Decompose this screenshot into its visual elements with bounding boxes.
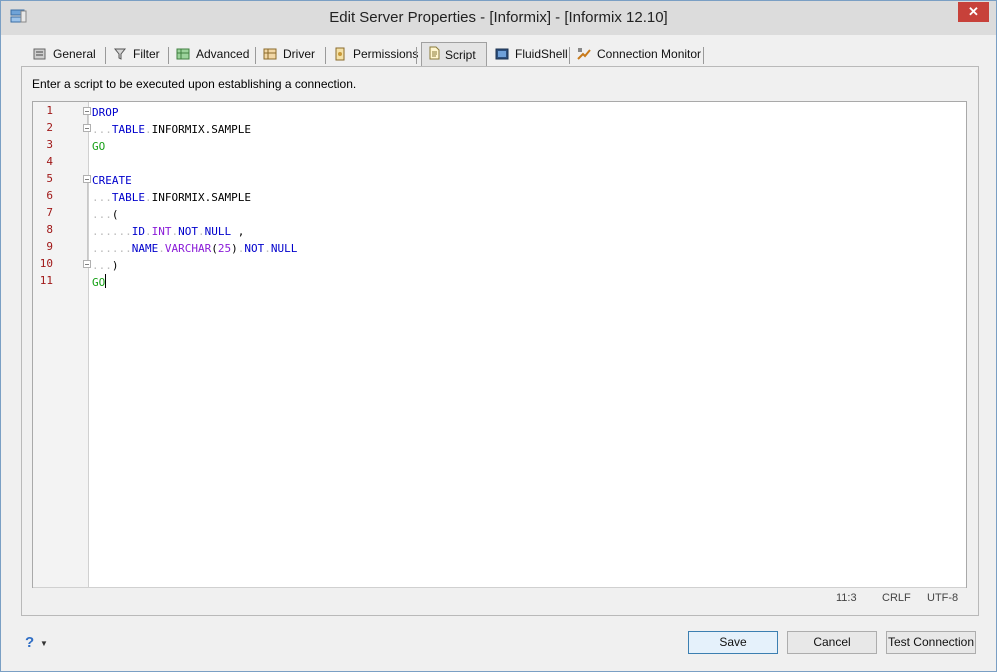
edit-server-properties-window: Edit Server Properties - [Informix] - [I…: [0, 0, 997, 672]
code-line-11: GO: [92, 274, 107, 291]
table-name: INFORMIX.SAMPLE: [151, 123, 251, 136]
script-tab-panel: Enter a script to be executed upon estab…: [21, 66, 979, 616]
sql-keyword: NOT: [178, 225, 198, 238]
sql-keyword: CREATE: [92, 174, 132, 187]
sql-keyword: DROP: [92, 106, 119, 119]
tab-label: Script: [445, 48, 476, 62]
instruction-text: Enter a script to be executed upon estab…: [32, 77, 357, 91]
code-line-3: GO: [92, 138, 105, 155]
whitespace-dots: ...: [92, 123, 112, 136]
line-ending: CRLF: [882, 592, 911, 604]
help-button[interactable]: ?: [25, 634, 34, 651]
whitespace-dots: ......: [92, 242, 132, 255]
tab-script[interactable]: Script: [421, 42, 487, 67]
tab-divider: [255, 47, 256, 64]
tab-divider: [168, 47, 169, 64]
whitespace-dots: ...: [92, 208, 112, 221]
sql-keyword: NULL: [204, 225, 232, 238]
code-line-9: ......NAME.VARCHAR(25).NOT.NULL: [92, 242, 298, 255]
cancel-button[interactable]: Cancel: [787, 631, 877, 654]
column-name: ID: [131, 225, 145, 238]
column-type: INT: [151, 225, 172, 238]
tab-label: Connection Monitor: [597, 47, 702, 61]
code-line-10: ...): [92, 257, 119, 274]
fluidshell-icon: [495, 48, 509, 60]
code-line-6: ...TABLE.INFORMIX.SAMPLE: [92, 191, 251, 204]
fold-toggle[interactable]: [83, 107, 91, 115]
whitespace-dots: ...: [92, 191, 112, 204]
column-type: VARCHAR: [164, 242, 212, 255]
fold-toggle[interactable]: [83, 175, 91, 183]
text-caret: [105, 274, 107, 288]
open-paren: (: [111, 208, 119, 221]
tab-label: Advanced: [196, 47, 250, 61]
line-number: 10: [39, 257, 53, 270]
tab-label: FluidShell: [515, 47, 568, 61]
code-line-7: ...(: [92, 206, 119, 223]
tab-divider: [416, 47, 417, 64]
paren: (: [211, 242, 218, 255]
tab-label: Filter: [133, 47, 160, 61]
sql-keyword: NOT: [244, 242, 265, 255]
close-button[interactable]: ✕: [958, 2, 989, 22]
save-button[interactable]: Save: [688, 631, 778, 654]
sql-keyword: TABLE: [111, 191, 145, 204]
advanced-icon: [176, 48, 190, 60]
sql-keyword: NULL: [270, 242, 298, 255]
tab-label: General: [53, 47, 96, 61]
permissions-icon: [335, 47, 345, 61]
line-number: 4: [46, 155, 53, 168]
separator: ,: [231, 225, 245, 238]
fold-toggle[interactable]: [83, 124, 91, 132]
test-connection-button[interactable]: Test Connection: [886, 631, 976, 654]
chevron-down-icon[interactable]: ▼: [40, 639, 48, 648]
code-line-8: ......ID.INT.NOT.NULL ,: [92, 225, 245, 238]
batch-separator: GO: [92, 276, 106, 289]
column-name: NAME: [131, 242, 159, 255]
type-length: 25: [217, 242, 232, 255]
encoding: UTF-8: [927, 592, 959, 604]
code-line-2: ...TABLE.INFORMIX.SAMPLE: [92, 123, 251, 136]
line-number: 2: [46, 121, 53, 134]
line-number: 5: [46, 172, 53, 185]
code-line-5: CREATE: [92, 172, 132, 189]
tab-divider: [325, 47, 326, 64]
line-number: 11: [39, 274, 53, 287]
tab-label: Driver: [283, 47, 315, 61]
tab-divider: [569, 47, 570, 64]
line-number: 1: [46, 104, 53, 117]
tab-divider: [703, 47, 704, 64]
line-number: 9: [46, 240, 53, 253]
general-icon: [33, 48, 46, 60]
cursor-position: 11:3: [836, 592, 857, 604]
paren: ): [231, 242, 238, 255]
line-number: 7: [46, 206, 53, 219]
script-icon: [429, 46, 440, 60]
tab-label: Permissions: [353, 47, 419, 61]
line-number-gutter: 1 2 3 4 5 6 7 8 9 10 11: [33, 102, 91, 587]
tab-divider: [105, 47, 106, 64]
line-number: 8: [46, 223, 53, 236]
fold-guide: [87, 183, 88, 263]
editor-status-bar: 11:3 CRLF UTF-8: [33, 587, 966, 608]
code-line-1: DROP: [92, 104, 119, 121]
window-title: Edit Server Properties - [Informix] - [I…: [329, 9, 668, 26]
script-editor[interactable]: 1 2 3 4 5 6 7 8 9 10 11 DROP ...TABLE.IN…: [32, 101, 967, 608]
title-bar: Edit Server Properties - [Informix] - [I…: [1, 1, 996, 35]
connection-monitor-icon: [577, 48, 591, 60]
driver-icon: [263, 48, 277, 60]
whitespace-dots: ...: [92, 259, 112, 272]
batch-separator: GO: [92, 140, 106, 153]
filter-icon: [113, 48, 127, 60]
table-name: INFORMIX.SAMPLE: [151, 191, 251, 204]
sql-keyword: TABLE: [111, 123, 145, 136]
line-number: 3: [46, 138, 53, 151]
close-paren: ): [111, 259, 119, 272]
whitespace-dots: ......: [92, 225, 132, 238]
fold-toggle[interactable]: [83, 260, 91, 268]
line-number: 6: [46, 189, 53, 202]
